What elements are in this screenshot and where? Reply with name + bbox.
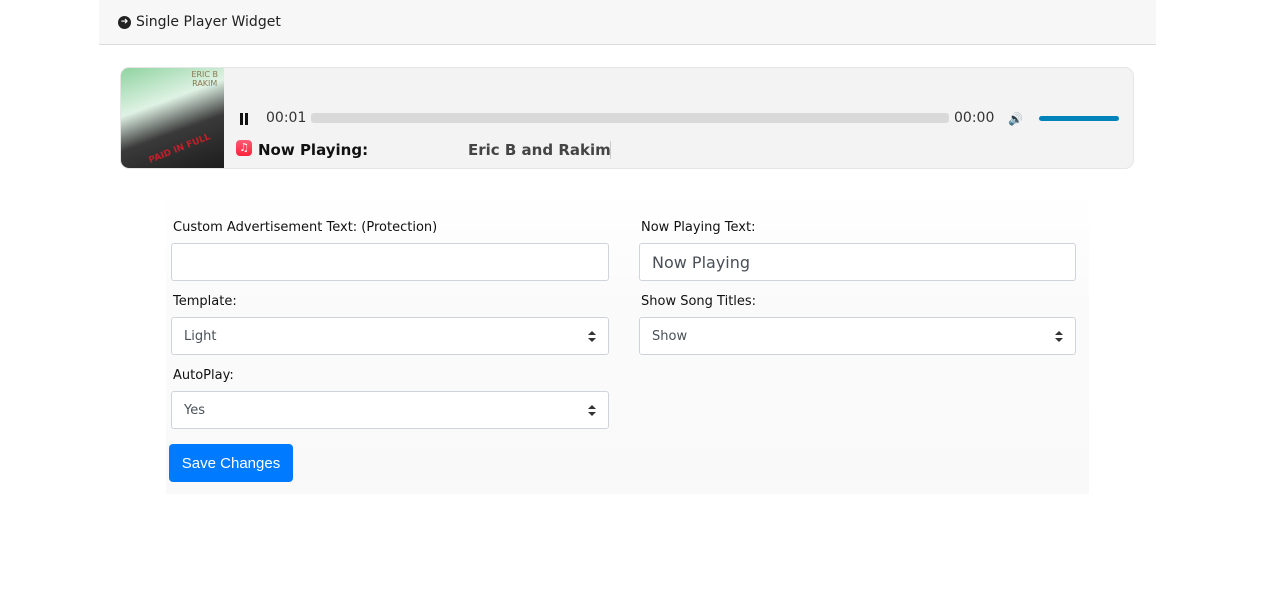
autoplay-select[interactable]: Yes <box>171 391 609 429</box>
show-song-titles-select[interactable]: Show <box>639 317 1076 355</box>
autoplay-label: AutoPlay: <box>173 368 234 383</box>
page-title: Single Player Widget <box>136 14 281 30</box>
arrow-circle-right-icon: ➜ <box>118 15 131 29</box>
now-playing-text-label: Now Playing Text: <box>641 220 756 235</box>
template-value: Light <box>184 328 217 344</box>
template-label: Template: <box>173 294 237 309</box>
page-header: ➜ Single Player Widget <box>99 0 1156 45</box>
show-song-titles-value: Show <box>652 328 688 344</box>
save-changes-button[interactable]: Save Changes <box>169 444 293 482</box>
song-title: Eric B and Rakim - <box>468 141 611 159</box>
current-time: 00:01 <box>266 110 307 126</box>
volume-slider[interactable] <box>1039 116 1119 121</box>
now-playing-text-input[interactable]: Now Playing <box>639 243 1076 281</box>
autoplay-value: Yes <box>184 402 205 418</box>
now-playing-label: Now Playing: <box>258 141 369 159</box>
progress-bar[interactable] <box>311 113 949 123</box>
show-song-titles-label: Show Song Titles: <box>641 294 757 309</box>
duration: 00:00 <box>954 110 995 126</box>
album-art: ERIC B RAKIM PAID IN FULL <box>121 68 224 168</box>
music-note-icon: ♫ <box>236 140 252 156</box>
pause-button[interactable] <box>239 113 249 125</box>
template-select[interactable]: Light <box>171 317 609 355</box>
ad-text-label: Custom Advertisement Text: (Protection) <box>173 220 438 235</box>
audio-player: ERIC B RAKIM PAID IN FULL 00:01 00:00 🔊 ♫ … <box>120 67 1134 169</box>
volume-icon[interactable]: 🔊 <box>1008 112 1023 126</box>
ad-text-input[interactable] <box>171 243 609 281</box>
